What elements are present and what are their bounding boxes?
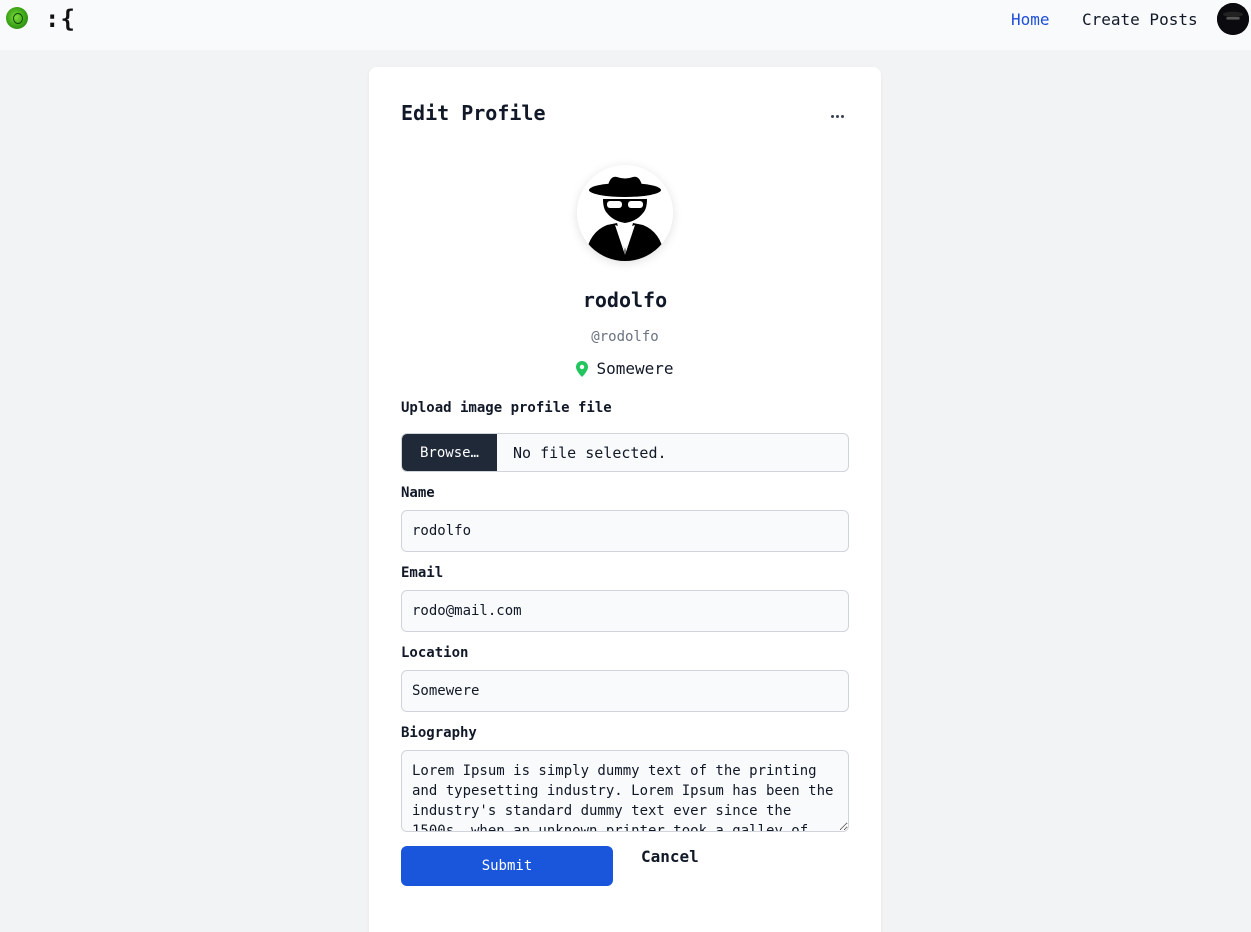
spy-avatar-icon [1217,3,1249,35]
submit-button[interactable]: Submit [401,846,613,886]
spy-incognito-icon [577,165,673,261]
page-title: Edit Profile [401,101,546,125]
more-options-icon[interactable] [825,109,849,123]
logo-text[interactable]: :{ [45,5,76,33]
logo-icon[interactable] [6,7,28,29]
location-label: Location [401,645,469,661]
profile-location: Somewere [369,359,881,378]
profile-name: rodolfo [582,288,668,312]
email-field[interactable] [401,590,849,632]
name-field[interactable] [401,510,849,552]
biography-label: Biography [401,725,477,741]
profile-avatar [577,165,673,261]
name-label: Name [401,485,435,501]
profile-handle: @rodolfo [591,329,659,345]
edit-profile-card: Edit Profile rodolfo @rodolfo Somewere U… [369,67,881,932]
biography-textarea[interactable]: Lorem Ipsum is simply dummy text of the … [401,750,849,832]
top-navbar: :{ Home Create Posts [0,0,1251,50]
map-pin-icon [576,360,589,377]
cancel-button[interactable]: Cancel [641,847,699,866]
nav-link-create-posts[interactable]: Create Posts [1082,10,1198,29]
email-label: Email [401,565,444,581]
user-avatar[interactable] [1217,3,1249,35]
browse-button[interactable]: Browse… [402,434,497,471]
file-upload-input[interactable]: Browse… No file selected. [401,433,849,472]
file-status-text: No file selected. [513,443,667,462]
profile-location-text: Somewere [596,359,674,378]
upload-label: Upload image profile file [401,400,612,416]
nav-link-home[interactable]: Home [1011,10,1050,29]
location-field[interactable] [401,670,849,712]
